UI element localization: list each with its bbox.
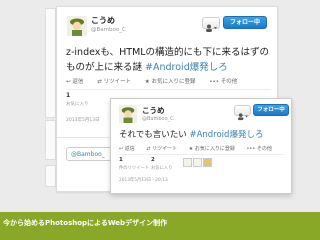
retweet-action[interactable]: ⇄ リツイート xyxy=(97,79,137,85)
retweet-count[interactable]: 1 xyxy=(119,157,123,163)
tweet-author-name[interactable]: こうめ xyxy=(91,15,115,26)
person-icon xyxy=(206,24,217,32)
follow-button[interactable]: フォロー中 xyxy=(223,16,267,29)
favorite-count[interactable]: 1 xyxy=(66,92,70,99)
tweet-text: それでも言いたい #Android爆発しろ xyxy=(119,128,263,140)
hashtag-link[interactable]: #Android爆発しろ xyxy=(145,62,228,73)
tweet-actions: ↩ 返信 ⇄ リツイート ★ お気に入りに登録 ••• その他 xyxy=(119,145,282,152)
side-strip-middle xyxy=(45,120,56,160)
favorite-count-label: お気に入り xyxy=(151,166,173,171)
favorite-count[interactable]: 2 xyxy=(151,157,155,163)
user-thumbnail[interactable] xyxy=(203,158,212,167)
tweet-actions: ↩ 返信 ⇄ リツイート ★ お気に入りに登録 ••• その他 xyxy=(66,77,249,85)
user-thumbnail[interactable] xyxy=(183,158,192,167)
user-thumbnail[interactable] xyxy=(193,158,202,167)
tweet-card-front: こうめ @Bamboo_C フォロー中 それでも言いたい #Android爆発し… xyxy=(110,98,292,194)
tweet-timestamp[interactable]: 2013年5月13日 - 20:13 xyxy=(119,177,168,183)
hashtag-link[interactable]: #Android爆発しろ xyxy=(189,130,263,140)
retweet-count-label: 件のリツイート xyxy=(119,166,150,171)
retweet-action[interactable]: ⇄ リツイート xyxy=(146,146,182,152)
user-actions-button[interactable] xyxy=(234,105,251,121)
footer-banner-text: 今から始めるPhotoshopによるWebデザイン制作 xyxy=(3,219,168,227)
tweet-author-handle[interactable]: @Bamboo_C xyxy=(142,116,174,122)
reply-action[interactable]: ↩ 返信 xyxy=(119,146,140,152)
favorite-action[interactable]: ★ お気に入りに登録 xyxy=(145,79,202,85)
tweet-author-handle[interactable]: @Bamboo_C xyxy=(91,27,126,33)
follow-button[interactable]: フォロー中 xyxy=(253,104,289,116)
avatar-icon[interactable] xyxy=(119,105,137,123)
stats-divider xyxy=(119,154,285,155)
tweet-author-name[interactable]: こうめ xyxy=(142,105,165,116)
user-thumbnails xyxy=(183,158,212,167)
more-action[interactable]: ••• その他 xyxy=(209,79,243,85)
avatar-icon[interactable] xyxy=(67,16,87,36)
tweet-body: それでも言いたい xyxy=(119,130,190,140)
person-icon xyxy=(238,113,248,121)
side-strip-top xyxy=(45,8,56,118)
reply-action[interactable]: ↩ 返信 xyxy=(66,79,89,85)
tweet-text: z-indexも、HTMLの構造的にも下に来るはずのものが上に来る謎 #Andr… xyxy=(66,45,271,75)
favorite-action[interactable]: ★ お気に入りに登録 xyxy=(189,146,240,152)
side-strip-bottom xyxy=(45,165,56,187)
user-actions-button[interactable] xyxy=(202,17,220,32)
more-action[interactable]: ••• その他 xyxy=(246,146,276,152)
tweet-timestamp[interactable]: 2013年5月13日 xyxy=(66,117,100,123)
stats-divider xyxy=(66,89,271,90)
favorite-count-label: お気に入り xyxy=(66,102,89,107)
